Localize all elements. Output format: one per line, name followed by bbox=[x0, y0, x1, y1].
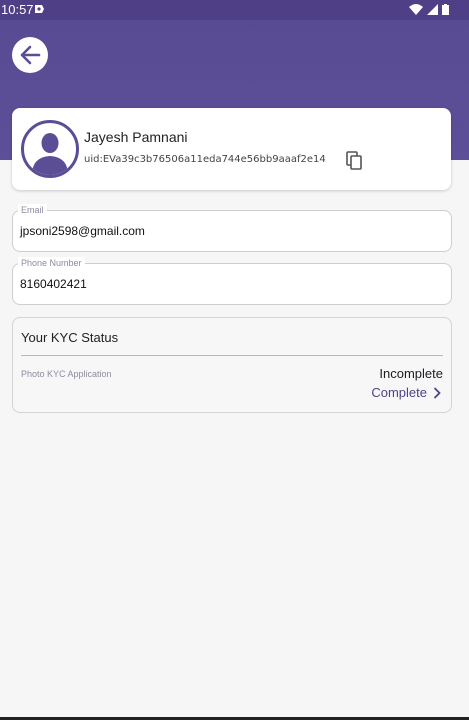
profile-uid: uid:EVa39c3b76506a11eda744e56bb9aaaf2e14 bbox=[84, 154, 326, 165]
copy-icon[interactable] bbox=[346, 151, 364, 171]
chevron-right-icon bbox=[433, 386, 441, 399]
battery-icon bbox=[442, 4, 449, 15]
user-silhouette-icon bbox=[32, 133, 68, 175]
profile-name: Jayesh Pamnani bbox=[84, 129, 188, 145]
avatar bbox=[21, 120, 79, 178]
kyc-status-value: Incomplete bbox=[379, 366, 443, 381]
wifi-icon bbox=[409, 4, 423, 15]
kyc-status-card: Your KYC Status Photo KYC Application In… bbox=[12, 317, 452, 413]
phone-value: 8160402421 bbox=[20, 277, 87, 291]
phone-field[interactable]: Phone Number 8160402421 bbox=[12, 257, 452, 305]
status-bar: 10:57 bbox=[0, 0, 469, 20]
email-field[interactable]: Email jpsoni2598@gmail.com bbox=[12, 204, 452, 252]
kyc-application-label: Photo KYC Application bbox=[21, 369, 112, 379]
signal-icon bbox=[427, 4, 438, 15]
email-label: Email bbox=[18, 204, 47, 216]
phone-label: Phone Number bbox=[18, 257, 85, 269]
back-button[interactable] bbox=[12, 37, 48, 73]
system-icons bbox=[409, 4, 449, 15]
complete-kyc-label: Complete bbox=[371, 385, 427, 400]
email-value: jpsoni2598@gmail.com bbox=[20, 224, 145, 238]
status-time: 10:57 bbox=[1, 2, 34, 17]
profile-card: Jayesh Pamnani uid:EVa39c3b76506a11eda74… bbox=[12, 108, 451, 190]
complete-kyc-button[interactable]: Complete bbox=[371, 385, 441, 400]
notification-icon bbox=[35, 5, 44, 13]
arrow-back-icon bbox=[20, 45, 41, 65]
kyc-divider bbox=[21, 355, 443, 356]
kyc-title: Your KYC Status bbox=[21, 330, 119, 345]
